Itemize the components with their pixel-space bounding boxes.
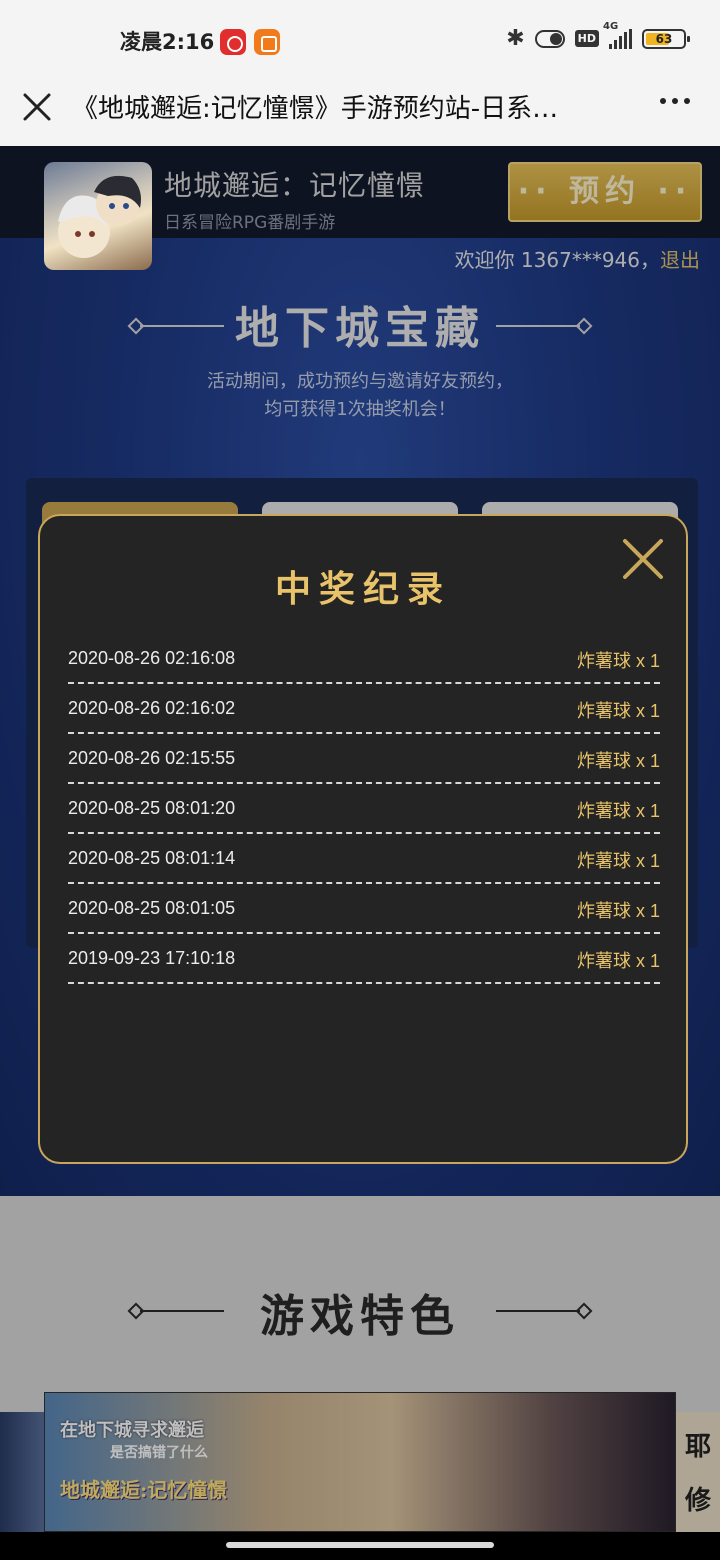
toggle-icon xyxy=(534,29,565,48)
record-row: 2020-08-25 08:01:20 炸薯球 x 1 xyxy=(68,784,660,834)
navigation-bar xyxy=(0,1532,720,1560)
mi-app-icon xyxy=(254,29,280,55)
bluetooth-icon: ✱ xyxy=(506,26,525,51)
record-prize: 炸薯球 x 1 xyxy=(576,751,660,771)
record-row: 2020-08-26 02:16:02 炸薯球 x 1 xyxy=(68,684,660,734)
record-row: 2020-08-25 08:01:05 炸薯球 x 1 xyxy=(68,884,660,934)
record-row: 2019-09-23 17:10:18 炸薯球 x 1 xyxy=(68,934,660,984)
battery-icon: 63 xyxy=(642,28,690,49)
record-time: 2020-08-25 08:01:05 xyxy=(68,898,236,918)
netease-music-icon xyxy=(220,29,246,55)
record-prize: 炸薯球 x 1 xyxy=(576,701,660,721)
record-time: 2020-08-25 08:01:14 xyxy=(68,848,236,868)
record-prize: 炸薯球 x 1 xyxy=(576,651,660,671)
record-time: 2020-08-26 02:16:08 xyxy=(68,648,236,668)
record-time: 2020-08-26 02:16:02 xyxy=(68,698,236,718)
record-time: 2020-08-26 02:15:55 xyxy=(68,748,236,768)
hd-icon: HD xyxy=(574,30,599,47)
record-row: 2020-08-26 02:16:08 炸薯球 x 1 xyxy=(68,634,660,684)
record-prize: 炸薯球 x 1 xyxy=(576,801,660,821)
status-icons: ✱ HD 4G 63 xyxy=(506,21,690,51)
record-prize: 炸薯球 x 1 xyxy=(576,951,660,971)
winning-records-modal: 中奖纪录 2020-08-26 02:16:08 炸薯球 x 1 2020-08… xyxy=(38,514,688,1164)
home-gesture-handle[interactable] xyxy=(226,1542,494,1548)
status-bar: 凌晨2:16 ✱ HD 4G 63 xyxy=(0,0,720,80)
record-time: 2019-09-23 17:10:18 xyxy=(68,948,236,968)
browser-title: 《地城邂逅:记忆憧憬》手游预约站-日系… xyxy=(72,94,559,124)
record-time: 2020-08-25 08:01:20 xyxy=(68,798,236,818)
record-prize: 炸薯球 x 1 xyxy=(576,851,660,871)
record-prize: 炸薯球 x 1 xyxy=(576,901,660,921)
close-icon[interactable] xyxy=(620,536,666,582)
network-type: 4G xyxy=(603,20,619,32)
browser-title-bar: 《地城邂逅:记忆憧憬》手游预约站-日系… xyxy=(0,80,720,146)
record-row: 2020-08-25 08:01:14 炸薯球 x 1 xyxy=(68,834,660,884)
close-icon[interactable] xyxy=(20,90,54,124)
more-icon[interactable] xyxy=(660,98,690,104)
game-app-icon xyxy=(44,162,152,270)
record-row: 2020-08-26 02:15:55 炸薯球 x 1 xyxy=(68,734,660,784)
battery-level: 63 xyxy=(655,31,673,46)
records-list: 2020-08-26 02:16:08 炸薯球 x 1 2020-08-26 0… xyxy=(68,634,660,984)
signal-icon: 4G xyxy=(603,21,632,49)
status-time: 凌晨2:16 xyxy=(120,30,215,54)
modal-title: 中奖纪录 xyxy=(274,569,451,610)
